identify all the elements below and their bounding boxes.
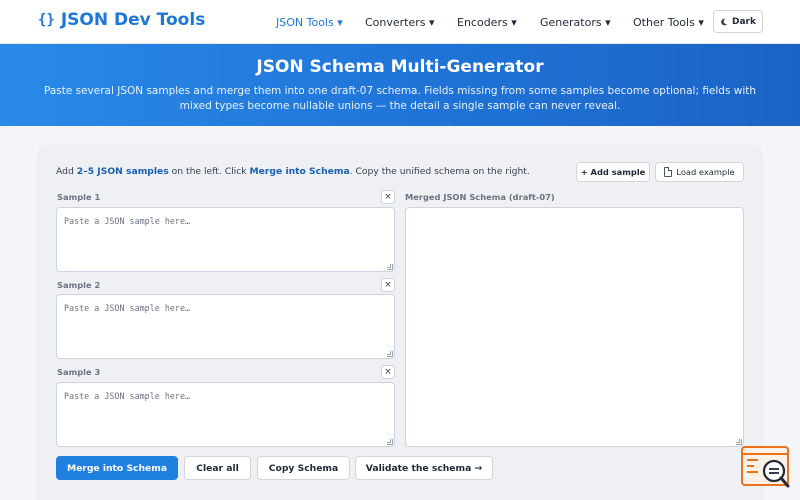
dark-mode-label: Dark (732, 16, 756, 27)
nav-converters-label: Converters ▾ (365, 15, 435, 29)
sample-3-input[interactable] (56, 382, 395, 447)
nav-json-tools[interactable]: JSON Tools ▾ (276, 0, 343, 44)
load-example-button[interactable]: Load example (655, 162, 744, 182)
page-title: JSON Schema Multi-Generator (256, 57, 544, 77)
remove-sample-2-button[interactable]: × (381, 278, 395, 292)
nav-encoders-label: Encoders ▾ (457, 15, 517, 29)
nav-other-tools-label: Other Tools ▾ (633, 15, 704, 29)
moon-icon (721, 18, 728, 25)
merged-schema-output[interactable] (405, 207, 744, 447)
sample-1-input[interactable] (56, 207, 395, 272)
sample-2-input[interactable] (56, 294, 395, 359)
load-example-label: Load example (676, 167, 735, 177)
top-navbar: {} JSON Dev Tools JSON Tools ▾ Converter… (0, 0, 800, 44)
nav-converters[interactable]: Converters ▾ (365, 0, 435, 44)
instructions-text: Add 2–5 JSON samples on the left. Click … (56, 166, 530, 177)
search-document-icon (741, 446, 790, 488)
resize-grip-icon[interactable] (387, 264, 393, 270)
instructions-sample-count: 2–5 JSON samples (76, 166, 169, 177)
remove-sample-3-button[interactable]: × (381, 365, 395, 379)
instructions-suffix: . Copy the unified schema on the right. (349, 166, 530, 177)
add-sample-button[interactable]: + Add sample (576, 162, 650, 182)
hero-banner: JSON Schema Multi-Generator Paste severa… (0, 44, 800, 126)
nav-generators-label: Generators ▾ (540, 15, 611, 29)
copy-schema-button[interactable]: Copy Schema (257, 456, 350, 480)
sample-1-label: Sample 1 (57, 192, 101, 202)
clear-all-button[interactable]: Clear all (184, 456, 251, 480)
instructions-merge-name: Merge into Schema (249, 166, 350, 177)
page-subtitle: Paste several JSON samples and merge the… (43, 85, 757, 112)
resize-grip-icon[interactable] (387, 439, 393, 445)
document-icon (664, 167, 673, 177)
nav-other-tools[interactable]: Other Tools ▾ (633, 0, 704, 44)
instructions-prefix: Add (56, 166, 77, 177)
nav-encoders[interactable]: Encoders ▾ (457, 0, 517, 44)
merged-schema-label: Merged JSON Schema (draft-07) (405, 192, 555, 202)
nav-generators[interactable]: Generators ▾ (540, 0, 611, 44)
resize-grip-icon[interactable] (736, 439, 742, 445)
feedback-widget[interactable] (740, 446, 792, 490)
dark-mode-toggle[interactable]: Dark (713, 10, 763, 33)
merge-into-schema-button[interactable]: Merge into Schema (56, 456, 178, 480)
validate-schema-button[interactable]: Validate the schema → (355, 456, 493, 480)
resize-grip-icon[interactable] (387, 351, 393, 357)
brand-braces-icon: {} (38, 12, 55, 28)
brand-name: JSON Dev Tools (60, 10, 206, 30)
nav-json-tools-label: JSON Tools ▾ (276, 15, 343, 29)
brand-logo-link[interactable]: {} JSON Dev Tools (38, 10, 205, 30)
sample-3-label: Sample 3 (57, 367, 101, 377)
sample-2-label: Sample 2 (57, 280, 101, 290)
instructions-middle: on the left. Click (168, 166, 250, 177)
remove-sample-1-button[interactable]: × (381, 190, 395, 204)
